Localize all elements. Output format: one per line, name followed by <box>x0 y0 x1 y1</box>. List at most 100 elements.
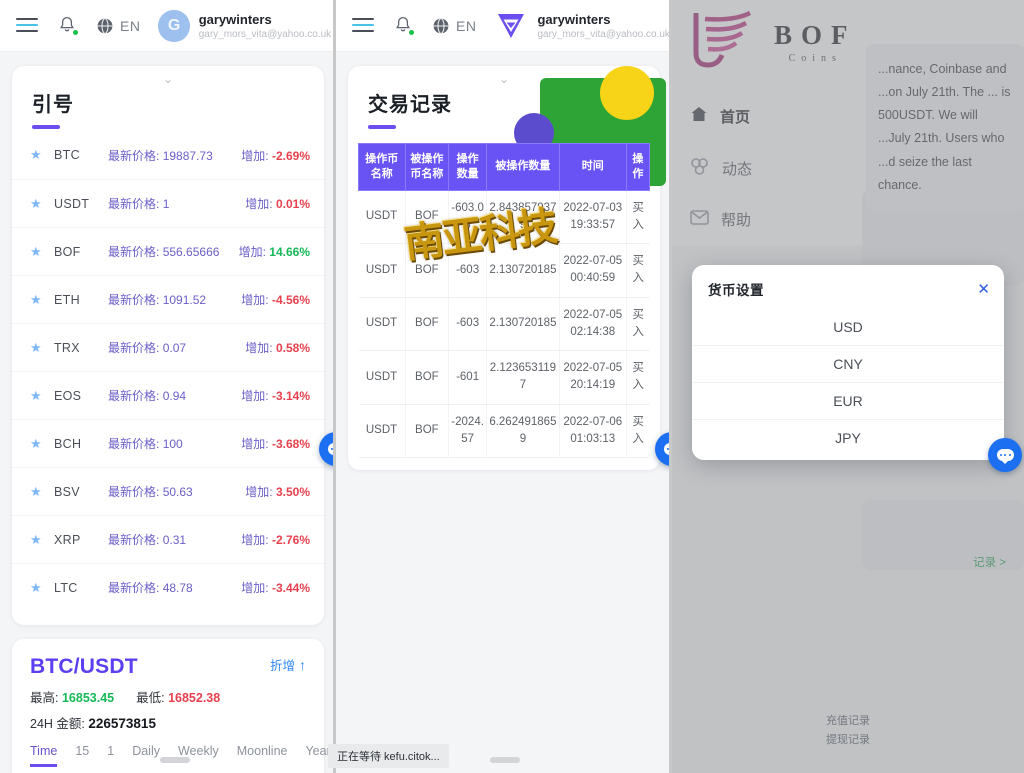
brand-name: BOF <box>774 20 857 50</box>
favorite-star-icon[interactable]: ★ <box>30 340 54 356</box>
currency-option[interactable]: USD <box>692 309 1004 345</box>
coin-change: 增加: -4.56% <box>241 293 310 307</box>
transactions-card: ⌄ 交易记录 操作币名称 被操作币名称 操作数量 被操作数量 时间 操作 USDT BOF -… <box>348 66 666 471</box>
globe-icon[interactable] <box>432 17 450 35</box>
cell-amount: -603 <box>448 243 488 298</box>
bell-icon[interactable] <box>394 16 414 36</box>
close-icon[interactable]: ✕ <box>977 282 990 297</box>
favorite-star-icon[interactable]: ★ <box>30 292 54 308</box>
cell-action: 买入 <box>626 297 650 352</box>
coin-row[interactable]: ★ USDT 最新价格: 1 增加: 0.01% <box>12 179 324 227</box>
hamburger-icon[interactable] <box>352 18 374 33</box>
column-header: 被操作币名称 <box>404 143 450 191</box>
currency-settings-modal: 货币设置 ✕ USD CNY EUR JPY <box>692 265 1004 460</box>
cell-amount: -603.03 <box>448 190 488 245</box>
coin-row[interactable]: ★ BTC 最新价格: 19887.73 增加: -2.69% <box>12 131 324 179</box>
cell-received: 2.130720185 <box>486 243 560 298</box>
quotes-card: ⌄ 引号 ★ BTC 最新价格: 19887.73 增加: -2.69% ★ USDT 最新… <box>12 66 324 625</box>
favorite-star-icon[interactable]: ★ <box>30 244 54 260</box>
favorite-star-icon[interactable]: ★ <box>30 580 54 596</box>
cell-from: USDT <box>358 350 406 405</box>
coin-row[interactable]: ★ EOS 最新价格: 0.94 增加: -3.14% <box>12 371 324 419</box>
coin-row[interactable]: ★ ETH 最新价格: 1091.52 增加: -4.56% <box>12 275 324 323</box>
table-row[interactable]: USDT BOF -603.03 2.8438579379 2022-07-03 19:3… <box>358 190 650 245</box>
column-header: 被操作数量 <box>486 143 560 191</box>
scrollbar-indicator-mid[interactable] <box>490 757 520 763</box>
coin-row[interactable]: ★ BCH 最新价格: 100 增加: -3.68% <box>12 419 324 467</box>
coin-row[interactable]: ★ BOF 最新价格: 556.65666 增加: 14.66% <box>12 227 324 275</box>
language-selector[interactable]: EN <box>456 18 476 34</box>
notification-dot <box>409 29 414 35</box>
globe-icon[interactable] <box>96 17 114 35</box>
user-menu[interactable]: G garywinters gary_mors_vita@yahoo.co.uk <box>158 9 331 42</box>
hamburger-icon[interactable] <box>16 18 38 33</box>
trend-badge: 折增 ↑ <box>270 655 306 674</box>
coin-price: 最新价格: 0.31 <box>108 533 187 547</box>
coin-row[interactable]: ★ BSV 最新价格: 50.63 增加: 3.50% <box>12 467 324 515</box>
favorite-star-icon[interactable]: ★ <box>30 388 54 404</box>
coin-change: 增加: 3.50% <box>245 485 310 499</box>
currency-option[interactable]: CNY <box>692 345 1004 382</box>
coin-row[interactable]: ★ LTC 最新价格: 48.78 增加: -3.44% <box>12 563 324 611</box>
coin-symbol: EOS <box>54 388 82 403</box>
avatar: G <box>158 9 190 42</box>
volume-value: 226573815 <box>88 716 156 731</box>
favorite-star-icon[interactable]: ★ <box>30 436 54 452</box>
timeframe-tab[interactable]: Weekly <box>178 744 219 767</box>
records-link[interactable]: 记录 > <box>973 554 1006 570</box>
timeframe-tab[interactable]: Moonline <box>237 744 288 767</box>
sidebar-item-label: 首页 <box>720 108 751 126</box>
cell-from: USDT <box>358 404 406 459</box>
column-header: 时间 <box>558 143 627 191</box>
high-label: 最高: <box>30 691 59 705</box>
timeframe-tab[interactable]: Daily <box>132 744 160 767</box>
cell-received: 2.1236531197 <box>486 350 560 405</box>
withdraw-records-label[interactable]: 提现记录 <box>672 731 1024 750</box>
coin-symbol: ETH <box>54 292 80 307</box>
scrollbar-indicator-left[interactable] <box>160 757 190 763</box>
left-topbar: EN G garywinters gary_mors_vita@yahoo.co… <box>0 0 336 52</box>
btc-quote-card: BTC/USDT 折增 ↑ 最高: 16853.45 最低: 16852.38 … <box>12 639 331 773</box>
coin-row[interactable]: ★ TRX 最新价格: 0.07 增加: 0.58% <box>12 323 324 371</box>
favorite-star-icon[interactable]: ★ <box>30 147 54 163</box>
deposit-records-label[interactable]: 充值记录 <box>672 712 1024 731</box>
user-name: garywinters <box>537 11 611 27</box>
favorite-star-icon[interactable]: ★ <box>30 196 54 212</box>
coin-symbol: XRP <box>54 532 81 547</box>
timeframe-tab[interactable]: 1 <box>107 744 114 767</box>
timeframe-tab[interactable]: Time <box>30 744 58 767</box>
cell-amount: -2024.57 <box>448 404 488 459</box>
sidebar-item-label: 动态 <box>722 160 753 178</box>
favorite-star-icon[interactable]: ★ <box>30 484 54 500</box>
mid-browser-window: EN garywinters gary_mors_vita@yahoo.co.u… <box>336 0 672 773</box>
table-row[interactable]: USDT BOF -603 2.130720185 2022-07-05 02:14:38… <box>358 297 650 352</box>
cell-datetime: 2022-07-05 00:40:59 <box>559 243 627 298</box>
currency-option-list: USD CNY EUR JPY <box>692 309 1004 456</box>
currency-option[interactable]: EUR <box>692 382 1004 419</box>
bell-icon[interactable] <box>58 16 78 36</box>
modal-title: 货币设置 <box>708 283 764 298</box>
coin-price: 最新价格: 1 <box>108 197 170 211</box>
timeframe-tab[interactable]: Year <box>305 744 330 767</box>
sidebar-item-label: 帮助 <box>721 212 752 229</box>
screenshot-root: EN G garywinters gary_mors_vita@yahoo.co… <box>0 0 1024 773</box>
cell-to: BOF <box>405 404 450 459</box>
records-labels: 充值记录 提现记录 <box>672 712 1024 749</box>
user-menu[interactable]: garywinters gary_mors_vita@yahoo.co.uk <box>494 11 670 41</box>
table-row[interactable]: USDT BOF -603 2.130720185 2022-07-05 00:40:59… <box>358 243 650 298</box>
blocks-icon <box>690 157 710 179</box>
cell-from: USDT <box>358 190 406 245</box>
favorite-star-icon[interactable]: ★ <box>30 532 54 548</box>
coin-price: 最新价格: 0.94 <box>108 389 187 403</box>
language-selector[interactable]: EN <box>120 18 140 34</box>
timeframe-tab[interactable]: 15 <box>75 744 89 767</box>
table-row[interactable]: USDT BOF -601 2.1236531197 2022-07-05 20:14:1… <box>358 350 650 405</box>
chevron-down-icon[interactable]: ⌄ <box>12 66 324 86</box>
bof-feather-logo <box>688 9 762 76</box>
table-row[interactable]: USDT BOF -2024.57 6.2624918659 2022-07-06 01:… <box>358 404 650 459</box>
table-header-row: 操作币名称 被操作币名称 操作数量 被操作数量 时间 操作 <box>358 143 651 191</box>
coin-change: 增加: -3.14% <box>241 389 310 403</box>
currency-option[interactable]: JPY <box>692 419 1004 456</box>
coin-row[interactable]: ★ XRP 最新价格: 0.31 增加: -2.76% <box>12 515 324 563</box>
chat-support-button-right[interactable] <box>988 438 1022 472</box>
